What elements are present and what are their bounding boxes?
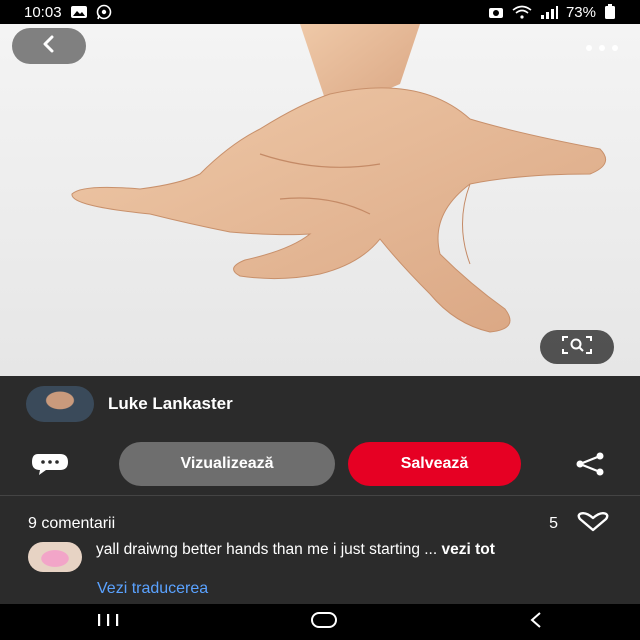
chevron-left-icon — [40, 35, 58, 58]
see-all-link[interactable]: vezi tot — [442, 541, 495, 558]
comment-bubble-icon[interactable] — [30, 452, 70, 481]
comment-text: yall draiwng better hands than me i just… — [96, 542, 495, 572]
visual-search-button[interactable] — [540, 330, 614, 364]
action-bar: Vizualizează Salvează — [0, 440, 640, 488]
status-time: 10:03 — [24, 3, 62, 21]
likes-count: 5 — [549, 515, 558, 532]
visual-search-icon — [561, 335, 593, 360]
author-name[interactable]: Luke Lankaster — [108, 394, 233, 414]
battery-icon — [604, 4, 616, 20]
gallery-icon — [70, 5, 88, 19]
likes-group: 5 — [549, 511, 610, 537]
comment-body: yall draiwng better hands than me i just… — [96, 541, 438, 558]
back-nav-icon[interactable] — [526, 611, 546, 634]
wifi-icon — [512, 5, 532, 19]
share-icon[interactable] — [574, 452, 606, 481]
more-horizontal-icon — [585, 39, 619, 57]
comments-count[interactable]: 9 comentarii — [28, 515, 115, 533]
status-bar: 10:03 73% — [0, 0, 640, 24]
system-nav-bar — [0, 604, 640, 640]
comments-header: 9 comentarii 5 — [28, 511, 610, 537]
avatar[interactable] — [26, 386, 94, 422]
translate-link[interactable]: Vezi traducerea — [97, 580, 208, 598]
battery-level: 73% — [565, 3, 596, 21]
save-button[interactable]: Salvează — [348, 442, 521, 486]
author-row[interactable]: Luke Lankaster — [26, 386, 233, 422]
view-button[interactable]: Vizualizează — [119, 442, 335, 486]
more-options-button[interactable] — [582, 38, 622, 58]
heart-icon[interactable] — [576, 511, 610, 537]
whatsapp-icon — [96, 4, 112, 20]
camera-icon — [488, 5, 504, 19]
hand-image — [71, 24, 607, 333]
recent-apps-icon[interactable] — [94, 612, 122, 633]
divider — [0, 495, 640, 496]
pin-image[interactable] — [0, 24, 640, 376]
home-icon[interactable] — [309, 611, 339, 634]
commenter-avatar[interactable] — [28, 542, 82, 572]
back-button[interactable] — [12, 28, 86, 64]
comment-item: yall draiwng better hands than me i just… — [28, 542, 610, 572]
signal-icon — [540, 5, 558, 19]
pin-details-panel: Luke Lankaster Vizualizează Salvează 9 c… — [0, 376, 640, 604]
